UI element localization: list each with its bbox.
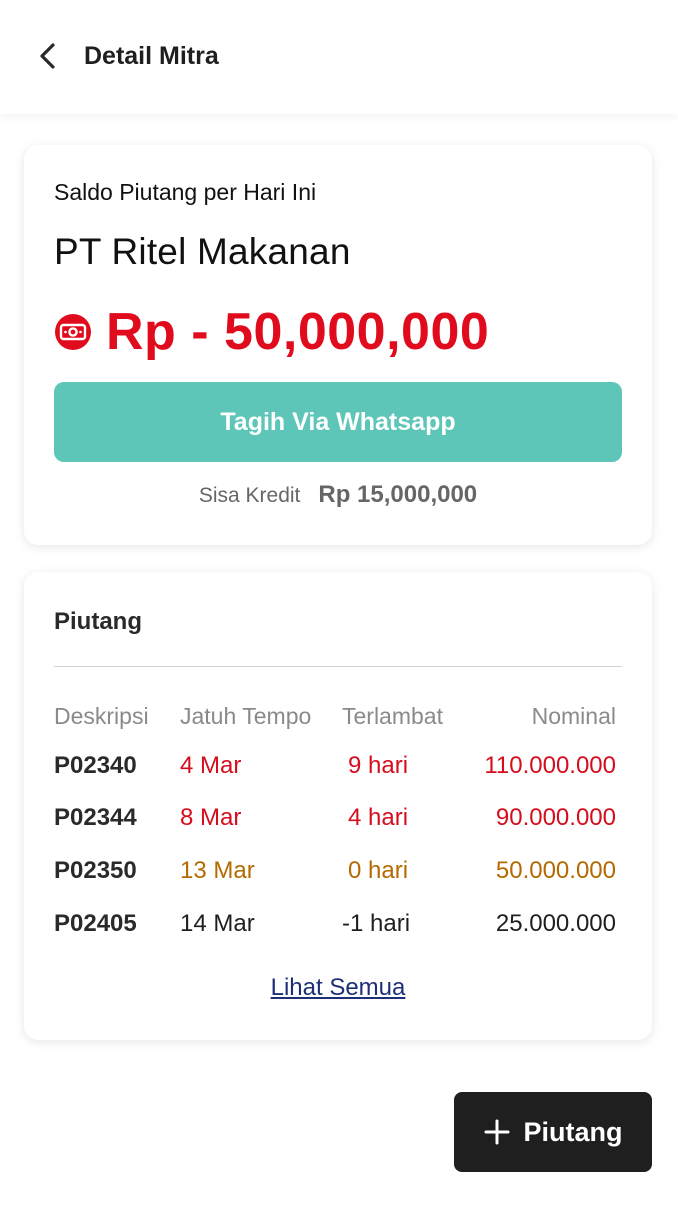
- back-button[interactable]: [28, 36, 68, 76]
- balance-amount: Rp - 50,000,000: [106, 303, 490, 361]
- row-jatuh-tempo: 4 Mar: [180, 752, 242, 779]
- table-row[interactable]: P02344 8 Mar 4 hari 90.000.000: [54, 798, 622, 838]
- table-row[interactable]: P02340 4 Mar 9 hari 110.000.000: [54, 746, 622, 786]
- column-header-jatuh-tempo: Jatuh Tempo: [180, 703, 312, 729]
- row-nominal: 90.000.000: [495, 804, 616, 831]
- row-nominal: 25.000.000: [495, 910, 616, 937]
- row-nominal: 110.000.000: [484, 752, 616, 779]
- row-terlambat: 0 hari: [348, 857, 409, 884]
- row-deskripsi: P02340: [54, 752, 137, 779]
- remaining-credit-value: Rp 15,000,000: [318, 481, 478, 508]
- row-jatuh-tempo: 8 Mar: [180, 804, 242, 831]
- balance-row: Rp - 50,000,000: [54, 297, 489, 367]
- column-header-deskripsi: Deskripsi: [54, 703, 149, 729]
- remaining-credit: Sisa Kredit Rp 15,000,000: [24, 481, 652, 509]
- table-row[interactable]: P02350 13 Mar 0 hari 50.000.000: [54, 851, 622, 891]
- table-header: Deskripsi Jatuh Tempo Terlambat Nominal: [54, 696, 622, 736]
- receivables-title: Piutang: [54, 608, 142, 635]
- see-all-link[interactable]: Lihat Semua: [24, 974, 652, 1002]
- row-jatuh-tempo: 14 Mar: [180, 910, 255, 937]
- table-row[interactable]: P02405 14 Mar -1 hari 25.000.000: [54, 904, 622, 944]
- row-nominal: 50.000.000: [495, 857, 616, 884]
- page-title: Detail Mitra: [84, 42, 219, 70]
- row-deskripsi: P02350: [54, 857, 137, 884]
- column-header-terlambat: Terlambat: [342, 703, 443, 729]
- chevron-left-icon: [40, 43, 55, 69]
- company-name: PT Ritel Makanan: [54, 231, 351, 272]
- column-header-nominal: Nominal: [531, 703, 616, 729]
- receivables-card: Piutang Deskripsi Jatuh Tempo Terlambat …: [24, 572, 652, 1040]
- balance-card: Saldo Piutang per Hari Ini PT Ritel Maka…: [24, 145, 652, 545]
- add-receivable-button[interactable]: Piutang: [454, 1092, 652, 1172]
- row-deskripsi: P02405: [54, 910, 137, 937]
- app-header: Detail Mitra: [0, 0, 678, 114]
- row-terlambat: 9 hari: [348, 752, 409, 779]
- add-receivable-label: Piutang: [523, 1116, 623, 1147]
- divider: [54, 666, 622, 667]
- whatsapp-bill-button[interactable]: Tagih Via Whatsapp: [54, 382, 622, 462]
- saldo-label: Saldo Piutang per Hari Ini: [54, 179, 317, 205]
- row-deskripsi: P02344: [54, 804, 137, 831]
- plus-icon: [484, 1119, 510, 1145]
- row-terlambat: 4 hari: [348, 804, 409, 831]
- remaining-credit-label: Sisa Kredit: [198, 484, 301, 507]
- money-icon: [55, 314, 91, 350]
- row-terlambat: -1 hari: [342, 910, 411, 937]
- row-jatuh-tempo: 13 Mar: [180, 857, 255, 884]
